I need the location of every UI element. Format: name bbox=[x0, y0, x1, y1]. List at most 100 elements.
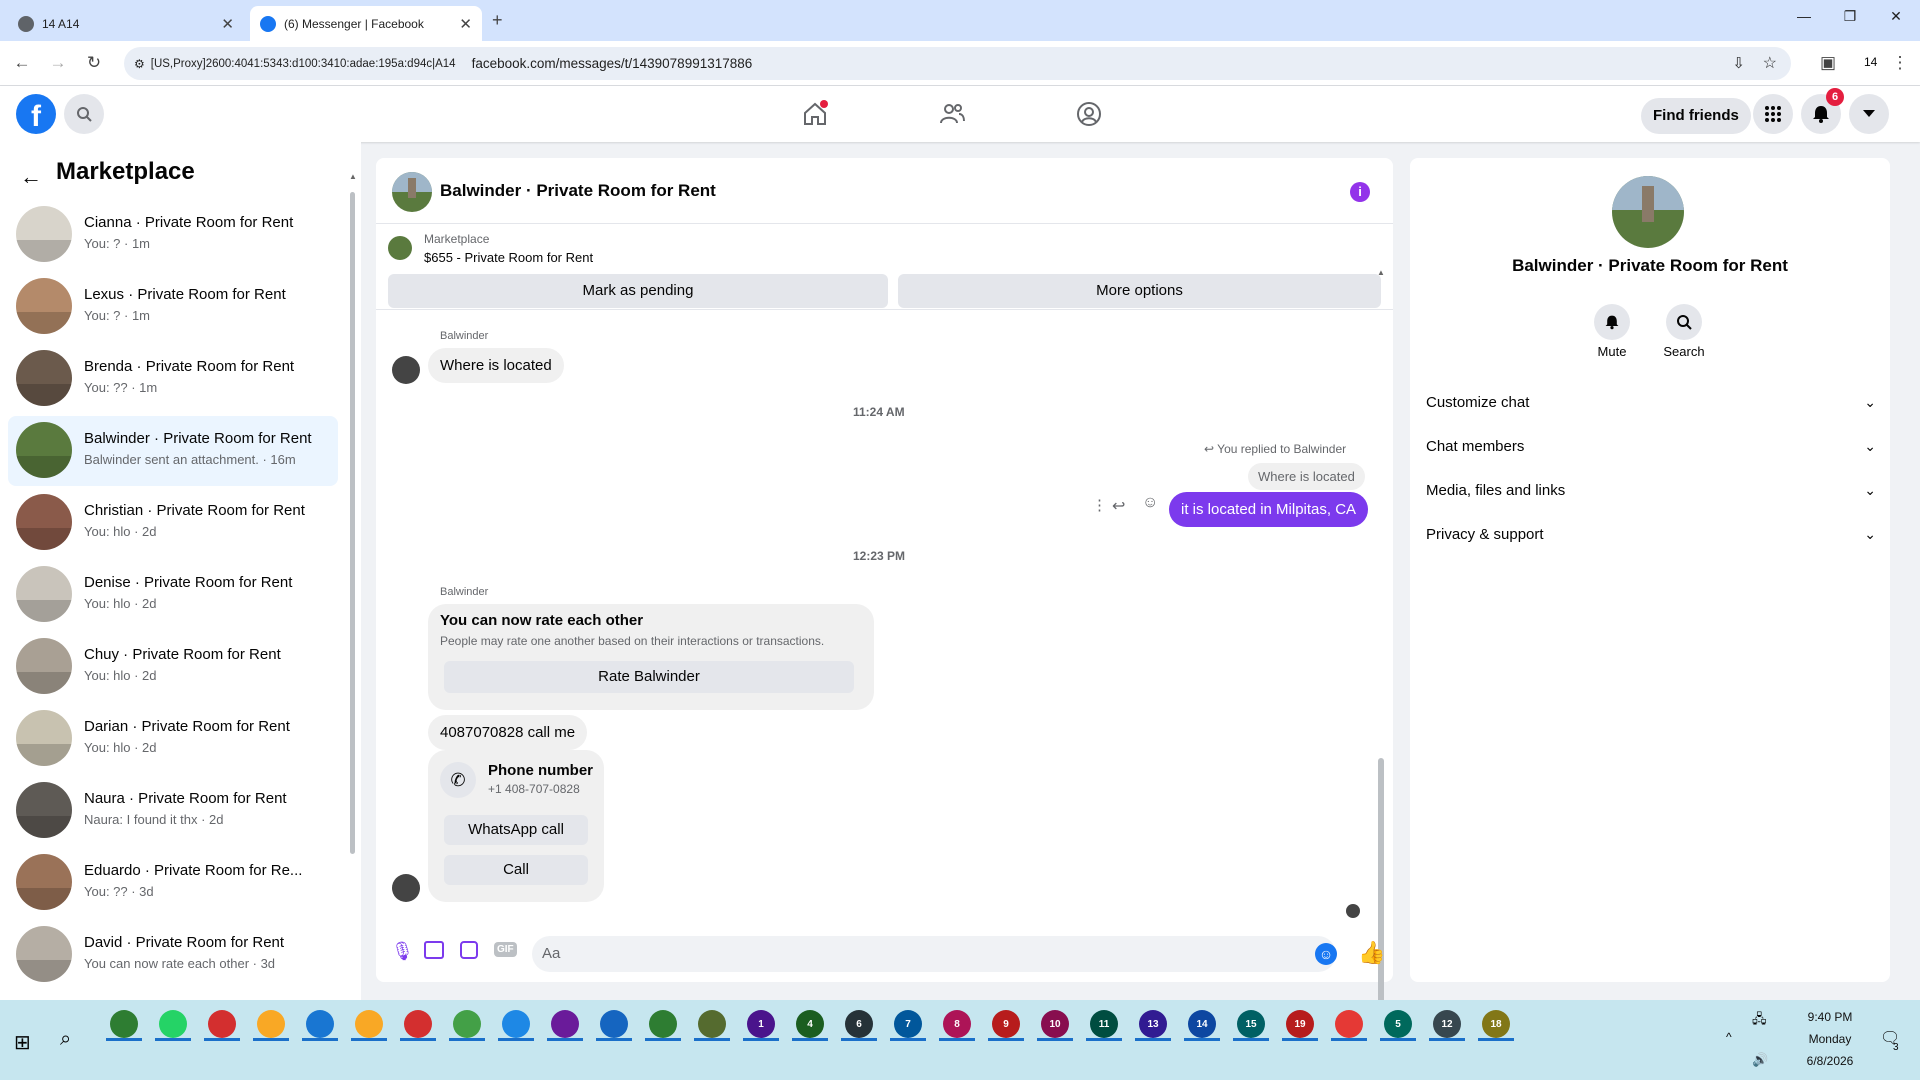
taskbar-app-icon[interactable]: 12 bbox=[1433, 1010, 1461, 1038]
reply-arrow-icon[interactable]: ↩ bbox=[1112, 496, 1125, 516]
search-taskbar-icon[interactable]: ⌕ bbox=[60, 1028, 71, 1051]
message-more-icon[interactable]: ⋮ bbox=[1092, 496, 1107, 514]
conversation-item[interactable]: Brenda · Private Room for Rent You: ?? ·… bbox=[8, 344, 338, 414]
listing-title[interactable]: $655 - Private Room for Rent bbox=[424, 250, 593, 265]
conversation-item[interactable]: Cianna · Private Room for Rent You: ? · … bbox=[8, 200, 338, 270]
phone-number[interactable]: +1 408-707-0828 bbox=[488, 782, 580, 796]
new-tab-button[interactable]: + bbox=[492, 10, 503, 31]
conversation-item[interactable]: Eduardo · Private Room for Re... You: ??… bbox=[8, 848, 338, 918]
mark-as-pending-button[interactable]: Mark as pending bbox=[388, 274, 888, 308]
taskbar-app-icon[interactable] bbox=[159, 1010, 187, 1038]
chat-avatar[interactable] bbox=[392, 172, 432, 212]
taskbar-app-icon[interactable]: 18 bbox=[1482, 1010, 1510, 1038]
incoming-message[interactable]: 4087070828 call me bbox=[428, 715, 588, 750]
info-icon[interactable]: i bbox=[1350, 182, 1370, 202]
search-icon[interactable] bbox=[64, 94, 104, 134]
taskbar-app-icon[interactable] bbox=[502, 1010, 530, 1038]
info-option[interactable]: Customize chat ⌄ bbox=[1426, 380, 1876, 424]
conversation-item[interactable]: David · Private Room for Rent You can no… bbox=[8, 920, 338, 990]
message-input[interactable]: Aa bbox=[532, 936, 1336, 972]
taskbar-app-icon[interactable]: 5 bbox=[1384, 1010, 1412, 1038]
profile-count[interactable]: 14 bbox=[1864, 55, 1877, 69]
taskbar-app-icon[interactable] bbox=[649, 1010, 677, 1038]
taskbar-app-icon[interactable] bbox=[208, 1010, 236, 1038]
taskbar-app-icon[interactable]: 11 bbox=[1090, 1010, 1118, 1038]
taskbar-app-icon[interactable] bbox=[110, 1010, 138, 1038]
conversation-item[interactable]: Christian · Private Room for Rent You: h… bbox=[8, 488, 338, 558]
close-window-button[interactable]: ✕ bbox=[1876, 8, 1916, 32]
taskbar-app-icon[interactable]: 19 bbox=[1286, 1010, 1314, 1038]
taskbar-app-icon[interactable] bbox=[551, 1010, 579, 1038]
emoji-icon[interactable]: ☺ bbox=[1315, 943, 1337, 965]
info-option[interactable]: Media, files and links ⌄ bbox=[1426, 468, 1876, 512]
menu-grid-icon[interactable] bbox=[1753, 94, 1793, 134]
gif-icon[interactable]: GIF bbox=[494, 942, 517, 957]
taskbar-app-icon[interactable] bbox=[404, 1010, 432, 1038]
quoted-message[interactable]: Where is located bbox=[1248, 463, 1365, 490]
browser-tab-2[interactable]: (6) Messenger | Facebook ✕ bbox=[250, 6, 482, 41]
bookmark-star-icon[interactable]: ☆ bbox=[1763, 53, 1777, 73]
groups-icon[interactable] bbox=[1075, 100, 1103, 128]
conversation-item[interactable]: Balwinder · Private Room for Rent Balwin… bbox=[8, 416, 338, 486]
chat-title[interactable]: Balwinder · Private Room for Rent bbox=[440, 181, 716, 201]
scrollbar[interactable]: ▲ bbox=[349, 172, 357, 990]
taskbar-app-icon[interactable] bbox=[257, 1010, 285, 1038]
sender-avatar[interactable] bbox=[392, 356, 420, 384]
more-options-button[interactable]: More options bbox=[898, 274, 1381, 308]
back-icon[interactable]: ← bbox=[10, 51, 34, 75]
taskbar-app-icon[interactable]: 9 bbox=[992, 1010, 1020, 1038]
incoming-message[interactable]: Where is located bbox=[428, 348, 564, 383]
outgoing-message[interactable]: it is located in Milpitas, CA bbox=[1169, 492, 1369, 527]
taskbar-app-icon[interactable]: 4 bbox=[796, 1010, 824, 1038]
taskbar-app-icon[interactable] bbox=[1335, 1010, 1363, 1038]
find-friends-button[interactable]: Find friends bbox=[1641, 98, 1751, 134]
microphone-icon[interactable]: 🎙 bbox=[391, 941, 414, 962]
conversation-item[interactable]: Naura · Private Room for Rent Naura: I f… bbox=[8, 776, 338, 846]
clock-time[interactable]: 9:40 PM bbox=[1790, 1010, 1870, 1024]
close-tab-icon[interactable]: ✕ bbox=[221, 15, 234, 33]
show-hidden-icons[interactable]: ^ bbox=[1726, 1030, 1732, 1044]
taskbar-app-icon[interactable]: 15 bbox=[1237, 1010, 1265, 1038]
taskbar-app-icon[interactable]: 10 bbox=[1041, 1010, 1069, 1038]
clock-date[interactable]: 6/8/2026 bbox=[1790, 1054, 1870, 1068]
home-icon[interactable] bbox=[801, 100, 829, 128]
taskbar-app-icon[interactable] bbox=[306, 1010, 334, 1038]
browser-tab-1[interactable]: 14 A14 ✕ bbox=[8, 6, 244, 41]
url-text[interactable]: facebook.com/messages/t/1439078991317886 bbox=[472, 56, 753, 71]
install-icon[interactable]: ⇩ bbox=[1732, 54, 1745, 72]
reload-icon[interactable]: ↻ bbox=[82, 51, 106, 75]
info-option[interactable]: Chat members ⌄ bbox=[1426, 424, 1876, 468]
taskbar-app-icon[interactable]: 14 bbox=[1188, 1010, 1216, 1038]
whatsapp-call-button[interactable]: WhatsApp call bbox=[444, 815, 588, 845]
conversation-item[interactable]: Denise · Private Room for Rent You: hlo … bbox=[8, 560, 338, 630]
minimize-button[interactable]: — bbox=[1784, 8, 1824, 32]
search-chat-icon[interactable] bbox=[1666, 304, 1702, 340]
thumbs-up-icon[interactable]: 👍 bbox=[1358, 940, 1385, 966]
clock-day[interactable]: Monday bbox=[1790, 1032, 1870, 1046]
account-dropdown-icon[interactable] bbox=[1849, 94, 1889, 134]
taskbar-app-icon[interactable] bbox=[600, 1010, 628, 1038]
close-tab-icon[interactable]: ✕ bbox=[459, 15, 472, 33]
browser-menu-icon[interactable]: ⋮ bbox=[1888, 51, 1912, 75]
taskbar-app-icon[interactable]: 13 bbox=[1139, 1010, 1167, 1038]
listing-thumbnail[interactable] bbox=[388, 236, 412, 260]
tab-search-icon[interactable]: ▣ bbox=[1816, 51, 1840, 75]
windows-start-icon[interactable]: ⊞ bbox=[14, 1030, 31, 1055]
profile-avatar[interactable] bbox=[1612, 176, 1684, 248]
back-arrow-icon[interactable]: ← bbox=[20, 164, 42, 190]
taskbar-app-icon[interactable]: 6 bbox=[845, 1010, 873, 1038]
mute-bell-icon[interactable] bbox=[1594, 304, 1630, 340]
rate-balwinder-button[interactable]: Rate Balwinder bbox=[444, 661, 854, 693]
call-button[interactable]: Call bbox=[444, 855, 588, 885]
mute-label[interactable]: Mute bbox=[1574, 344, 1650, 359]
conversation-item[interactable]: Chuy · Private Room for Rent You: hlo · … bbox=[8, 632, 338, 702]
taskbar-app-icon[interactable]: 8 bbox=[943, 1010, 971, 1038]
taskbar-app-icon[interactable]: 1 bbox=[747, 1010, 775, 1038]
taskbar-app-icon[interactable] bbox=[355, 1010, 383, 1038]
conversation-item[interactable]: Darian · Private Room for Rent You: hlo … bbox=[8, 704, 338, 774]
taskbar-app-icon[interactable] bbox=[698, 1010, 726, 1038]
sender-avatar[interactable] bbox=[392, 874, 420, 902]
friends-icon[interactable] bbox=[938, 100, 966, 128]
site-info-icon[interactable]: ⚙ bbox=[134, 57, 145, 71]
search-label[interactable]: Search bbox=[1646, 344, 1722, 359]
